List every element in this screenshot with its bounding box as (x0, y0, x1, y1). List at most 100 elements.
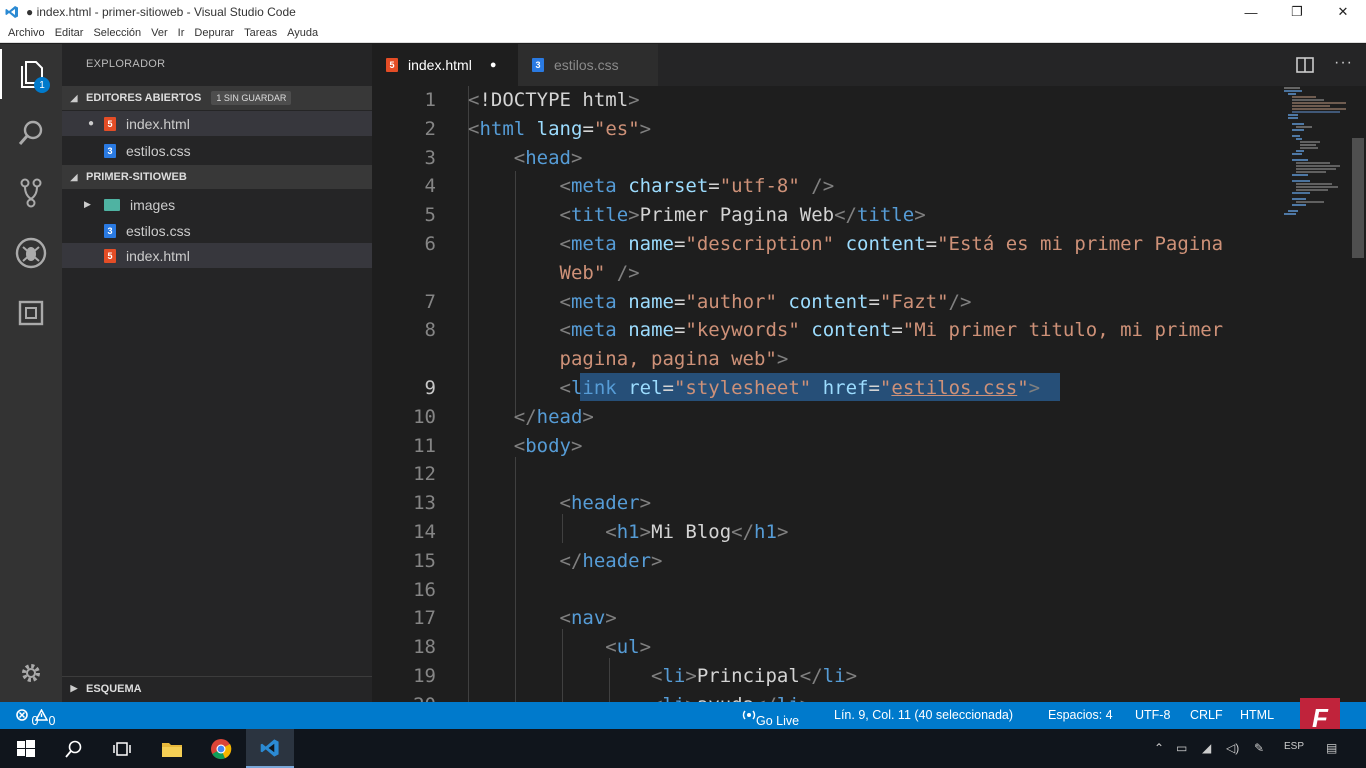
line-number-active: 9 (424, 377, 436, 399)
css3-file-icon: 3 (532, 58, 544, 72)
notifications-icon[interactable]: ▤ (1326, 741, 1337, 755)
tray-device-icon[interactable]: ▭ (1176, 741, 1187, 755)
search-icon[interactable] (50, 729, 98, 768)
code-line: <li>ayuda</li> (468, 694, 811, 702)
vscode-taskbar-icon[interactable] (246, 729, 294, 768)
tray-app-icon[interactable]: ✎ (1254, 741, 1264, 755)
debug-icon[interactable] (0, 228, 62, 278)
menu-seleccion[interactable]: Selección (93, 27, 141, 39)
line-number: 4 (424, 175, 436, 197)
tree-item-label: index.html (126, 247, 190, 264)
code-editor[interactable]: 1 2 3 4 5 6 7 8 9 10 11 12 13 14 15 16 1… (372, 86, 1350, 702)
line-number: 1 (424, 89, 436, 111)
code-line: <meta name="author" content="Fazt"/> (559, 291, 972, 313)
cursor-position[interactable]: Lín. 9, Col. 11 (40 seleccionada) (834, 708, 1013, 722)
scrollbar-thumb[interactable] (1352, 138, 1364, 258)
html5-file-icon: 5 (386, 58, 398, 72)
minimize-button[interactable]: — (1228, 0, 1274, 24)
tray-chevron-up-icon[interactable]: ⌃ (1154, 741, 1164, 755)
line-number: 14 (413, 521, 436, 543)
vscode-logo-icon (0, 0, 24, 24)
open-editor-item-index-html[interactable]: ● 5 index.html (62, 111, 372, 136)
files-icon[interactable]: 1 (0, 49, 62, 99)
code-line: </head> (513, 406, 594, 428)
code-line: </header> (559, 550, 663, 572)
code-line: <header> (559, 492, 652, 514)
split-editor-icon[interactable] (1296, 57, 1314, 78)
window-title: ● index.html - primer-sitioweb - Visual … (26, 5, 296, 19)
menu-tareas[interactable]: Tareas (244, 27, 277, 39)
go-live-label: Go Live (756, 714, 800, 728)
menu-bar: Archivo Editar Selección Ver Ir Depurar … (0, 24, 1366, 43)
line-number: 13 (413, 492, 436, 514)
eol-setting[interactable]: CRLF (1190, 708, 1223, 722)
line-number: 3 (424, 147, 436, 169)
editor-scrollbar[interactable] (1350, 86, 1366, 702)
minimap[interactable] (1280, 86, 1350, 256)
image-folder-icon (104, 198, 120, 211)
open-editor-item-estilos-css[interactable]: 3 estilos.css (62, 138, 372, 163)
chrome-icon[interactable] (197, 729, 245, 768)
tray-volume-icon[interactable]: ◁) (1226, 741, 1239, 755)
code-line: <h1>Mi Blog</h1> (605, 521, 789, 543)
outline-header[interactable]: ▶ ESQUEMA (62, 676, 372, 700)
tree-item-images[interactable]: ▶ images (62, 192, 372, 217)
broadcast-icon (742, 710, 756, 720)
menu-ver[interactable]: Ver (151, 27, 168, 39)
file-explorer-icon[interactable] (148, 729, 196, 768)
settings-gear-icon[interactable] (0, 648, 62, 698)
code-line: <!DOCTYPE html> (468, 89, 640, 111)
html5-file-icon: 5 (104, 116, 116, 131)
tree-item-estilos-css[interactable]: 3 estilos.css (62, 218, 372, 243)
extensions-icon[interactable] (0, 288, 62, 338)
open-editor-label: index.html (126, 115, 190, 132)
editor-tab-bar: 5 index.html ● 3 estilos.css ··· (372, 44, 1366, 86)
project-folder-label: PRIMER-SITIOWEB (86, 171, 187, 183)
line-number: 6 (424, 233, 436, 255)
task-view-icon[interactable] (98, 729, 146, 768)
encoding-setting[interactable]: UTF-8 (1135, 708, 1170, 722)
more-actions-icon[interactable]: ··· (1334, 54, 1353, 72)
close-button[interactable]: ✕ (1320, 0, 1366, 24)
line-number: 15 (413, 550, 436, 572)
search-icon[interactable] (0, 108, 62, 158)
project-folder-header[interactable]: ◢ PRIMER-SITIOWEB (62, 165, 372, 189)
code-line: <ul> (605, 636, 652, 658)
menu-editar[interactable]: Editar (55, 27, 84, 39)
go-live-button[interactable]: Go Live (742, 708, 799, 728)
unsaved-dot-icon: ● (88, 118, 95, 129)
menu-depurar[interactable]: Depurar (194, 27, 234, 39)
menu-ayuda[interactable]: Ayuda (287, 27, 318, 39)
css3-file-icon: 3 (104, 143, 116, 158)
title-bar: ● index.html - primer-sitioweb - Visual … (0, 0, 1366, 24)
line-number: 12 (413, 463, 436, 485)
line-number: 16 (413, 579, 436, 601)
explorer-sidebar: EXPLORADOR ◢ EDITORES ABIERTOS 1 SIN GUA… (62, 44, 372, 702)
html5-file-icon: 5 (104, 248, 116, 263)
source-control-icon[interactable] (0, 168, 62, 218)
line-number: 19 (413, 665, 436, 687)
tree-item-index-html[interactable]: 5 index.html (62, 243, 372, 268)
menu-ir[interactable]: Ir (178, 27, 185, 39)
line-number: 18 (413, 636, 436, 658)
language-mode[interactable]: HTML (1240, 708, 1274, 722)
code-line: <nav> (559, 607, 617, 629)
line-number: 10 (413, 406, 436, 428)
code-line: <html lang="es"> (468, 118, 652, 140)
line-number: 8 (424, 319, 436, 341)
maximize-button[interactable]: ❐ (1274, 0, 1320, 24)
tree-item-label: estilos.css (126, 222, 191, 239)
tray-language-icon[interactable]: ESP (1284, 741, 1304, 752)
tray-network-icon[interactable]: ◢ (1202, 741, 1211, 755)
menu-archivo[interactable]: Archivo (8, 27, 45, 39)
indentation-setting[interactable]: Espacios: 4 (1048, 708, 1113, 722)
windows-start-icon[interactable] (2, 729, 50, 768)
problems-indicator[interactable]: 0 0 (16, 708, 55, 728)
tab-label: index.html (408, 57, 472, 73)
outline-label: ESQUEMA (86, 682, 142, 695)
tab-estilos-css[interactable]: 3 estilos.css (518, 44, 658, 86)
open-editors-header[interactable]: ◢ EDITORES ABIERTOS 1 SIN GUARDAR (62, 86, 372, 110)
code-line-wrapped: Web" /> (559, 262, 640, 284)
unsaved-dot-icon[interactable]: ● (490, 59, 497, 71)
tab-index-html[interactable]: 5 index.html ● (372, 44, 518, 86)
